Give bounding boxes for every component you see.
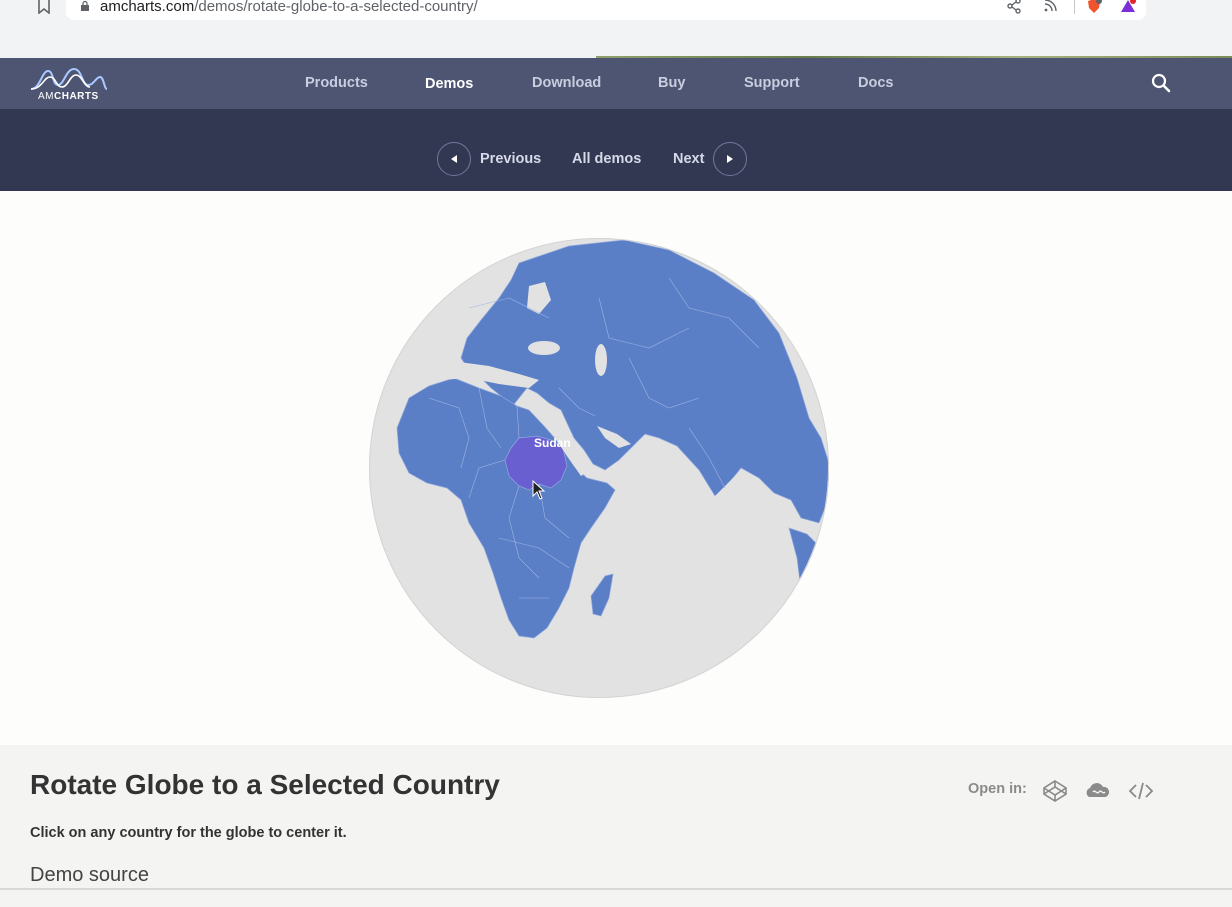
jsfiddle-icon[interactable] — [1084, 779, 1110, 803]
brave-shield-icon[interactable] — [1086, 0, 1102, 14]
logo-mark-icon — [30, 67, 108, 90]
logo-text-bold: CHARTS — [54, 91, 99, 102]
url-path: /demos/rotate-globe-to-a-selected-countr… — [194, 0, 478, 15]
lock-icon — [81, 1, 89, 11]
previous-link[interactable]: Previous — [480, 151, 541, 167]
caspian-sea — [595, 344, 607, 376]
demo-source-heading: Demo source — [30, 864, 149, 886]
url-text: amcharts.com/demos/rotate-globe-to-a-sel… — [100, 0, 478, 15]
nav-products[interactable]: Products — [305, 75, 368, 91]
open-in-label: Open in: — [968, 781, 1027, 797]
demo-info: Rotate Globe to a Selected Country Open … — [0, 745, 1232, 907]
toolbar-separator — [1074, 0, 1075, 14]
arrow-left-icon — [451, 155, 457, 163]
rss-icon[interactable] — [1042, 0, 1058, 14]
nav-buy[interactable]: Buy — [658, 75, 685, 91]
divider — [0, 888, 1232, 890]
search-icon[interactable] — [1151, 73, 1171, 93]
black-sea — [528, 341, 560, 355]
logo-text: AMCHARTS — [38, 91, 99, 102]
browser-toolbar: amcharts.com/demos/rotate-globe-to-a-sel… — [0, 0, 1232, 58]
arrow-right-icon — [727, 155, 733, 163]
nav-support[interactable]: Support — [744, 75, 800, 91]
site-header: AMCHARTS Products Demos Download Buy Sup… — [0, 58, 1232, 109]
mouse-cursor-icon — [532, 480, 546, 500]
code-icon[interactable] — [1128, 779, 1154, 803]
demo-chart-area: Sudan — [0, 191, 1232, 745]
share-icon[interactable] — [1006, 0, 1022, 14]
next-button[interactable] — [713, 142, 747, 176]
demo-navigation: Previous All demos Next — [0, 109, 1232, 191]
logo-text-light: AM — [38, 91, 54, 102]
page-title: Rotate Globe to a Selected Country — [30, 769, 500, 800]
globe-map[interactable] — [369, 238, 829, 698]
next-link[interactable]: Next — [673, 151, 704, 167]
url-host: amcharts.com — [100, 0, 195, 15]
all-demos-link[interactable]: All demos — [572, 151, 641, 167]
previous-button[interactable] — [437, 142, 471, 176]
address-bar[interactable]: amcharts.com/demos/rotate-globe-to-a-sel… — [66, 0, 1146, 20]
nav-download[interactable]: Download — [532, 75, 601, 91]
nav-docs[interactable]: Docs — [858, 75, 893, 91]
amcharts-logo[interactable]: AMCHARTS — [30, 67, 108, 103]
demo-description: Click on any country for the globe to ce… — [30, 825, 347, 841]
bookmark-icon[interactable] — [36, 0, 52, 14]
nav-demos[interactable]: Demos — [425, 76, 473, 92]
codepen-icon[interactable] — [1042, 779, 1068, 803]
brave-rewards-icon[interactable] — [1120, 0, 1136, 14]
country-tooltip: Sudan — [534, 436, 571, 450]
